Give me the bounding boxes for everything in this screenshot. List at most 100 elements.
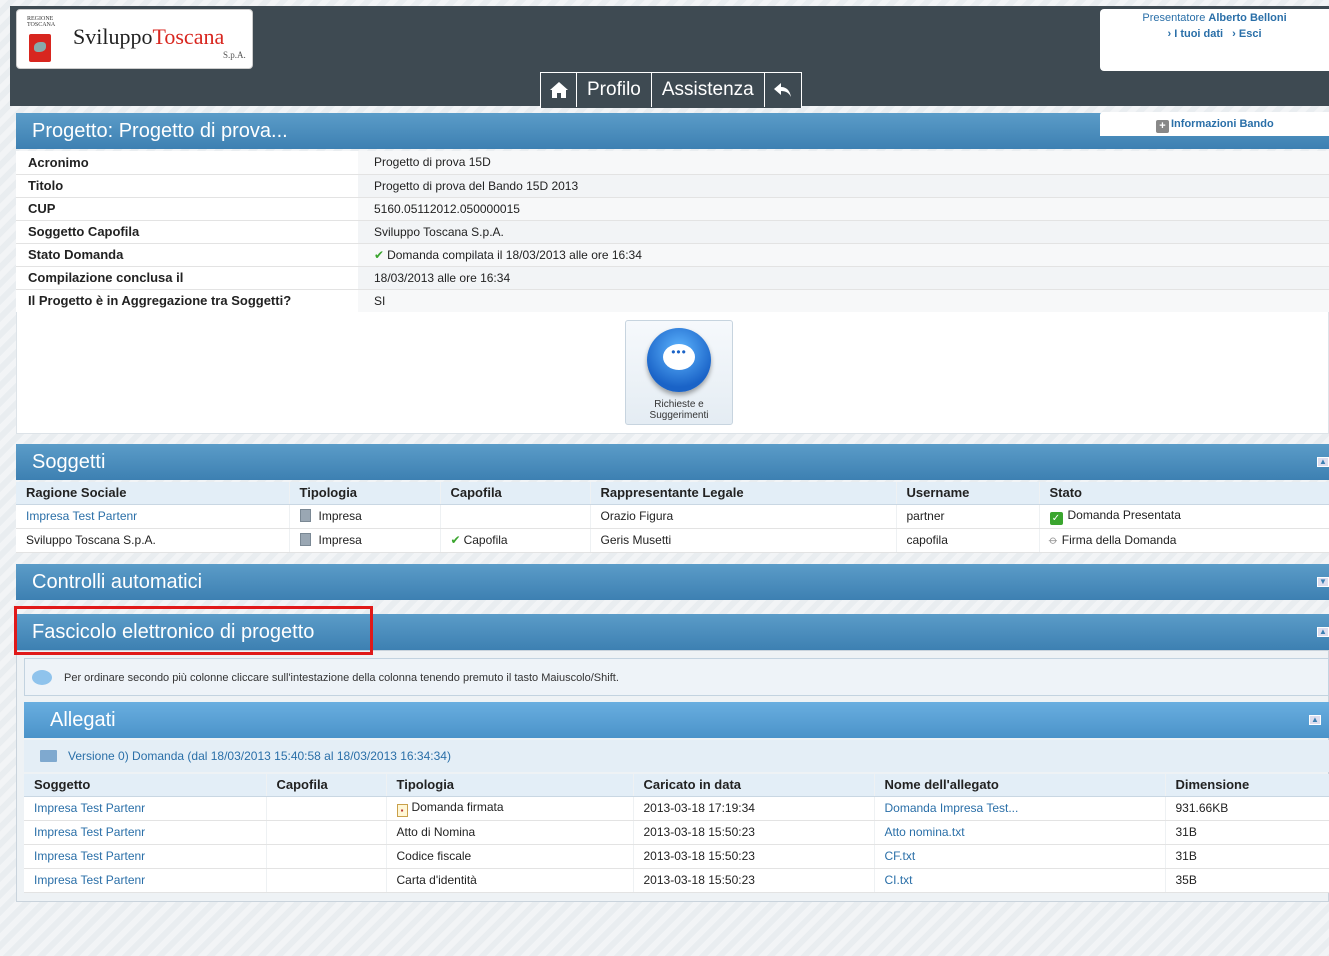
soggetto-link[interactable]: Impresa Test Partenr [34, 873, 145, 887]
column-header[interactable]: Dimensione [1164, 774, 1329, 797]
data-cell: 2013-03-18 17:19:34 [632, 796, 874, 821]
back-arrow-icon [773, 83, 791, 97]
column-header[interactable]: Nome dell'allegato [873, 774, 1165, 797]
table-row: Impresa Test Partenr ▪ Domanda firmata 2013… [24, 796, 1329, 821]
stato: Domanda Presentata [1067, 507, 1181, 522]
logo-name: SviluppoToscana [73, 24, 224, 50]
soggetto-cell: Impresa Test Partenr [24, 820, 266, 845]
tipologia-cell: Impresa [288, 528, 440, 553]
home-button[interactable] [541, 73, 577, 107]
controlli-title: Controlli automatici [32, 571, 203, 593]
nome-allegato-cell: CF.txt [873, 844, 1165, 869]
logo-name-part1: Sviluppo [73, 24, 153, 49]
soggetto-cell: Impresa Test Partenr [24, 844, 266, 869]
collapse-icon[interactable]: ▲ [1317, 457, 1329, 467]
my-data-link[interactable]: › I tuoi dati [1167, 28, 1223, 40]
info-bando-button[interactable]: + Informazioni Bando [1100, 112, 1329, 136]
dimensione-cell: 31B [1164, 820, 1329, 845]
soggetto-link[interactable]: Impresa Test Partenr [34, 849, 145, 863]
detail-value-text: Progetto di prova del Bando 15D 2013 [374, 178, 579, 193]
collapse-icon[interactable]: ▲ [1317, 627, 1329, 637]
version-label: Versione 0) Domanda (dal 18/03/2013 15:4… [68, 749, 451, 763]
nome-allegato-cell: Atto nomina.txt [873, 820, 1165, 845]
soggetto-link[interactable]: Impresa Test Partenr [34, 825, 145, 839]
detail-row: Soggetto Capofila Sviluppo Toscana S.p.A. [16, 220, 1329, 244]
nav-assistenza[interactable]: Assistenza [652, 73, 765, 107]
ragione-sociale-cell: Sviluppo Toscana S.p.A. [16, 528, 289, 553]
dimensione-cell: 931.66KB [1164, 796, 1329, 821]
detail-value: 18/03/2013 alle ore 16:34 [358, 266, 1329, 290]
detail-label: Il Progetto è in Aggregazione tra Sogget… [16, 289, 358, 313]
detail-row: Acronimo Progetto di prova 15D [16, 151, 1329, 175]
info-bando-label: Informazioni Bando [1171, 118, 1274, 130]
column-header[interactable]: Ragione Sociale [16, 482, 289, 505]
column-header[interactable]: Tipologia [288, 482, 440, 505]
speech-bubble-icon [647, 328, 711, 392]
column-header[interactable]: Rappresentante Legale [589, 482, 896, 505]
username-cell: capofila [895, 528, 1039, 553]
column-header[interactable]: Username [895, 482, 1039, 505]
allegato-link[interactable]: Atto nomina.txt [885, 825, 965, 839]
detail-row: CUP 5160.05112012.050000015 [16, 197, 1329, 221]
allegato-link[interactable]: Domanda Impresa Test... [885, 801, 1019, 815]
sort-hint: Per ordinare secondo più colonne cliccar… [24, 658, 1329, 696]
soggetti-title: Soggetti [32, 451, 106, 473]
checkmark-icon: ✔ [374, 247, 385, 262]
detail-value-text: 5160.05112012.050000015 [374, 201, 520, 216]
logo-region-text: REGIONE TOSCANA [27, 16, 56, 28]
version-row[interactable]: Versione 0) Domanda (dal 18/03/2013 15:4… [24, 740, 1329, 772]
tipologia: Carta d'identità [396, 873, 477, 887]
data-cell: 2013-03-18 15:50:23 [632, 844, 874, 869]
user-role: Presentatore [1142, 12, 1206, 24]
allegato-link[interactable]: CI.txt [885, 873, 913, 887]
column-header[interactable]: Stato [1038, 482, 1329, 505]
soggetto-cell: Impresa Test Partenr [24, 796, 266, 821]
detail-value-text: 18/03/2013 alle ore 16:34 [374, 270, 511, 285]
capofila-cell [265, 868, 386, 893]
column-header[interactable]: Capofila [439, 482, 590, 505]
stato-cell: ✓ Domanda Presentata [1038, 504, 1329, 529]
my-data-label: I tuoi dati [1174, 28, 1224, 40]
detail-value: Progetto di prova 15D [358, 151, 1329, 175]
collapse-icon[interactable]: ▲ [1309, 715, 1321, 725]
column-header[interactable]: Capofila [265, 774, 386, 797]
ragione-sociale[interactable]: Impresa Test Partenr [26, 509, 137, 523]
tipologia: Impresa [318, 533, 362, 547]
capofila-cell [439, 504, 590, 529]
stato-cell: ⌀Firma della Domanda [1038, 528, 1329, 553]
capofila-cell [265, 820, 386, 845]
detail-label: CUP [16, 197, 358, 221]
soggetti-table: Ragione Sociale Tipologia Capofila Rapprese… [16, 482, 1329, 553]
dimensione-cell: 35B [1164, 868, 1329, 893]
back-button[interactable] [765, 73, 801, 107]
controlli-bar[interactable]: Controlli automatici ▼ [16, 564, 1329, 600]
expand-icon[interactable]: ▼ [1317, 577, 1329, 587]
ragione-sociale-cell[interactable]: Impresa Test Partenr [16, 504, 289, 529]
tipologia-cell: ▪ Domanda firmata [385, 796, 633, 821]
region-emblem-icon [29, 34, 51, 62]
data-cell: 2013-03-18 15:50:23 [632, 820, 874, 845]
building-icon [299, 533, 311, 546]
allegato-link[interactable]: CF.txt [885, 849, 916, 863]
column-header[interactable]: Caricato in data [632, 774, 874, 797]
detail-row: Stato Domanda ✔ Domanda compilata il 18/03… [16, 243, 1329, 267]
exit-link[interactable]: › Esci [1232, 28, 1261, 40]
detail-row: Titolo Progetto di prova del Bando 15D 20… [16, 174, 1329, 198]
detail-value-text: Domanda compilata il 18/03/2013 alle ore… [387, 247, 642, 262]
column-header[interactable]: Soggetto [24, 774, 266, 797]
project-actions: Richieste e Suggerimenti [16, 312, 1329, 434]
capofila-cell [265, 844, 386, 869]
logo[interactable]: REGIONE TOSCANA SviluppoToscana S.p.A. [16, 9, 253, 69]
table-row: Impresa Test Partenr Carta d'identità 2013… [24, 868, 1329, 893]
nome-allegato-cell: CI.txt [873, 868, 1165, 893]
check-box-icon: ✓ [1049, 511, 1063, 525]
soggetto-cell: Impresa Test Partenr [24, 868, 266, 893]
richieste-suggerimenti-button[interactable]: Richieste e Suggerimenti [625, 320, 733, 425]
soggetto-link[interactable]: Impresa Test Partenr [34, 801, 145, 815]
detail-value: 5160.05112012.050000015 [358, 197, 1329, 221]
column-header[interactable]: Tipologia [385, 774, 633, 797]
nav-profilo[interactable]: Profilo [577, 73, 652, 107]
detail-label: Titolo [16, 174, 358, 198]
tipologia: Impresa [318, 509, 362, 523]
plus-icon: + [1156, 120, 1169, 133]
